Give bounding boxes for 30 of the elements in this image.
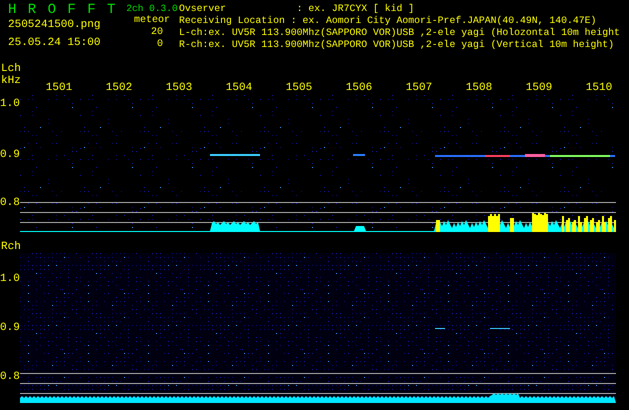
time-label: 1508	[464, 82, 494, 94]
date-time: 25.05.24 15:00	[8, 37, 102, 49]
version-label: 2ch 0.3.0	[126, 3, 178, 15]
time-label: 1510	[584, 82, 614, 94]
axis-label: 0.8	[0, 197, 20, 209]
unit-label: kHz	[1, 75, 22, 87]
time-label: 1502	[104, 82, 134, 94]
axis-label: 0.9	[0, 322, 20, 334]
time-label: 1509	[524, 82, 554, 94]
meteor-count: 20	[150, 27, 164, 39]
file-name: 2505241500.png	[8, 19, 102, 31]
time-label: 1505	[284, 82, 314, 94]
time-label: 1503	[164, 82, 194, 94]
meteor-count: 0	[156, 39, 164, 51]
info-line: Ovserver : ex. JR7CYX [ kid ]	[179, 3, 416, 15]
meteor-label: meteor	[134, 15, 170, 27]
axis-label: 1.0	[0, 273, 20, 285]
info-line: R-ch:ex. UV5R 113.900Mhz(SAPPORO VOR)USB ,2-ele yagi (Vertical 10m height)	[179, 39, 616, 51]
info-line: L-ch:ex. UV5R 113.900Mhz(SAPPORO VOR)USB ,2-ele yagi (Holozontal 10m height	[179, 27, 620, 39]
time-label: 1507	[404, 82, 434, 94]
time-label: 1504	[224, 82, 254, 94]
channel-label: Lch	[1, 63, 22, 75]
info-line: Receiving Location : ex. Aomori City Aomori-Pref.JAPAN(40.49N, 140.47E)	[179, 15, 598, 27]
time-label: 1506	[344, 82, 374, 94]
time-label: 1501	[44, 82, 74, 94]
axis-label: 1.0	[0, 98, 20, 110]
axis-label: 0.9	[0, 149, 20, 161]
channel-label: Rch	[1, 241, 21, 253]
app-title: H R O F F T	[8, 3, 116, 17]
axis-label: 0.8	[0, 371, 20, 383]
